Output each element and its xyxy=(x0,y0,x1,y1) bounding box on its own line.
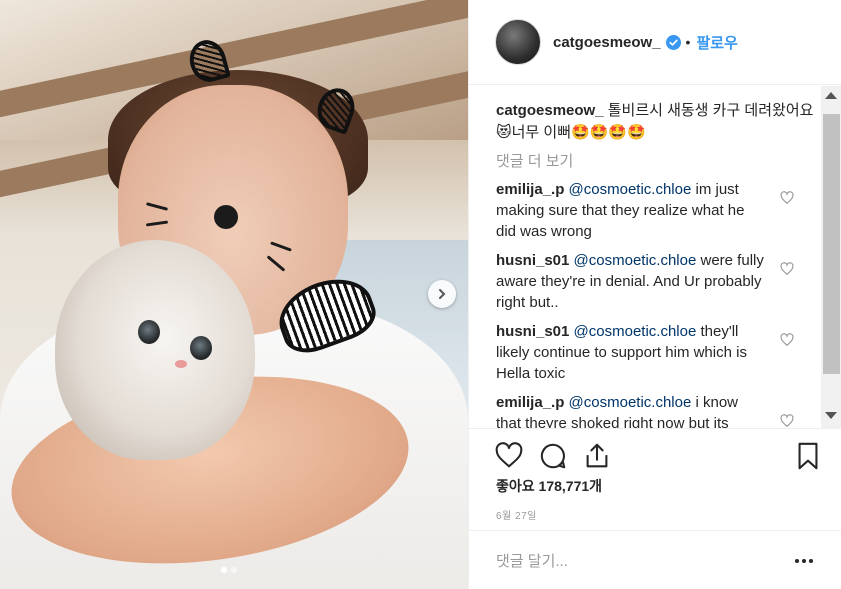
post-photo[interactable] xyxy=(0,0,468,589)
bookmark-icon[interactable] xyxy=(793,441,823,471)
comment-mention[interactable]: @cosmoetic.chloe xyxy=(574,323,697,340)
header-separator: • xyxy=(685,34,691,50)
cat-nose-filter xyxy=(214,205,238,229)
likes-number: 178,771개 xyxy=(538,478,603,494)
comment-mention[interactable]: @cosmoetic.chloe xyxy=(574,252,697,269)
carousel-dot-active xyxy=(221,567,227,573)
post-header: catgoesmeow_ • 팔로우 xyxy=(469,0,841,85)
kitten-nose xyxy=(175,360,187,368)
scrollbar-thumb[interactable] xyxy=(823,114,840,374)
comment-item: husni_s01 @cosmoetic.chloe were fully aw… xyxy=(496,250,794,313)
comment-mention[interactable]: @cosmoetic.chloe xyxy=(569,181,692,198)
post-date: 6월 27일 xyxy=(496,511,537,522)
share-icon[interactable] xyxy=(582,441,612,471)
comment-username[interactable]: husni_s01 xyxy=(496,323,569,340)
comment-bubble-icon[interactable] xyxy=(538,441,568,471)
chevron-right-icon xyxy=(439,289,446,299)
comment-username[interactable]: emilija_.p xyxy=(496,181,564,198)
comment-like-heart-icon[interactable] xyxy=(780,191,794,205)
carousel-dot xyxy=(231,567,237,573)
post-side-panel: catgoesmeow_ • 팔로우 catgoesmeow_ 톨비르시 새동생… xyxy=(468,0,841,589)
carousel-indicator xyxy=(221,567,237,573)
carousel-next-button[interactable] xyxy=(428,280,456,308)
comment-like-heart-icon[interactable] xyxy=(780,333,794,347)
kitten-eye xyxy=(138,320,160,344)
kitten-eye xyxy=(190,336,212,360)
verified-badge-icon xyxy=(665,34,681,50)
post-actions-bar xyxy=(469,428,841,480)
scroll-down-arrow-icon[interactable] xyxy=(825,412,837,419)
view-more-comments-link[interactable]: 댓글 더 보기 xyxy=(496,150,821,171)
caption-username[interactable]: catgoesmeow_ xyxy=(496,102,604,119)
follow-button[interactable]: 팔로우 xyxy=(696,32,737,53)
comment-username[interactable]: husni_s01 xyxy=(496,252,569,269)
add-comment-section xyxy=(469,530,841,589)
comment-mention[interactable]: @cosmoetic.chloe xyxy=(569,394,692,411)
like-heart-icon[interactable] xyxy=(494,441,524,471)
comment-like-heart-icon[interactable] xyxy=(780,414,794,428)
comment-item: emilija_.p @cosmoetic.chloe im just maki… xyxy=(496,179,794,242)
comment-username[interactable]: emilija_.p xyxy=(496,394,564,411)
avatar[interactable] xyxy=(495,19,541,65)
scroll-up-arrow-icon[interactable] xyxy=(825,92,837,99)
more-options-icon[interactable] xyxy=(795,553,819,569)
comment-item: husni_s01 @cosmoetic.chloe they'll likel… xyxy=(496,321,794,384)
likes-label: 좋아요 xyxy=(496,478,535,494)
post-caption: catgoesmeow_ 톨비르시 새동생 카구 데려왔어요😻너무 이뻐🤩🤩🤩🤩 xyxy=(496,100,816,144)
photo-kitten xyxy=(55,240,255,460)
comments-list[interactable]: catgoesmeow_ 톨비르시 새동생 카구 데려왔어요😻너무 이뻐🤩🤩🤩🤩… xyxy=(469,86,821,428)
header-username[interactable]: catgoesmeow_ xyxy=(553,34,661,51)
likes-count[interactable]: 좋아요 178,771개 xyxy=(496,476,602,496)
comments-scrollbar[interactable] xyxy=(821,86,841,428)
comment-like-heart-icon[interactable] xyxy=(780,262,794,276)
comment-input[interactable] xyxy=(496,549,776,573)
comment-item: emilija_.p @cosmoetic.chloe i know that … xyxy=(496,392,794,428)
